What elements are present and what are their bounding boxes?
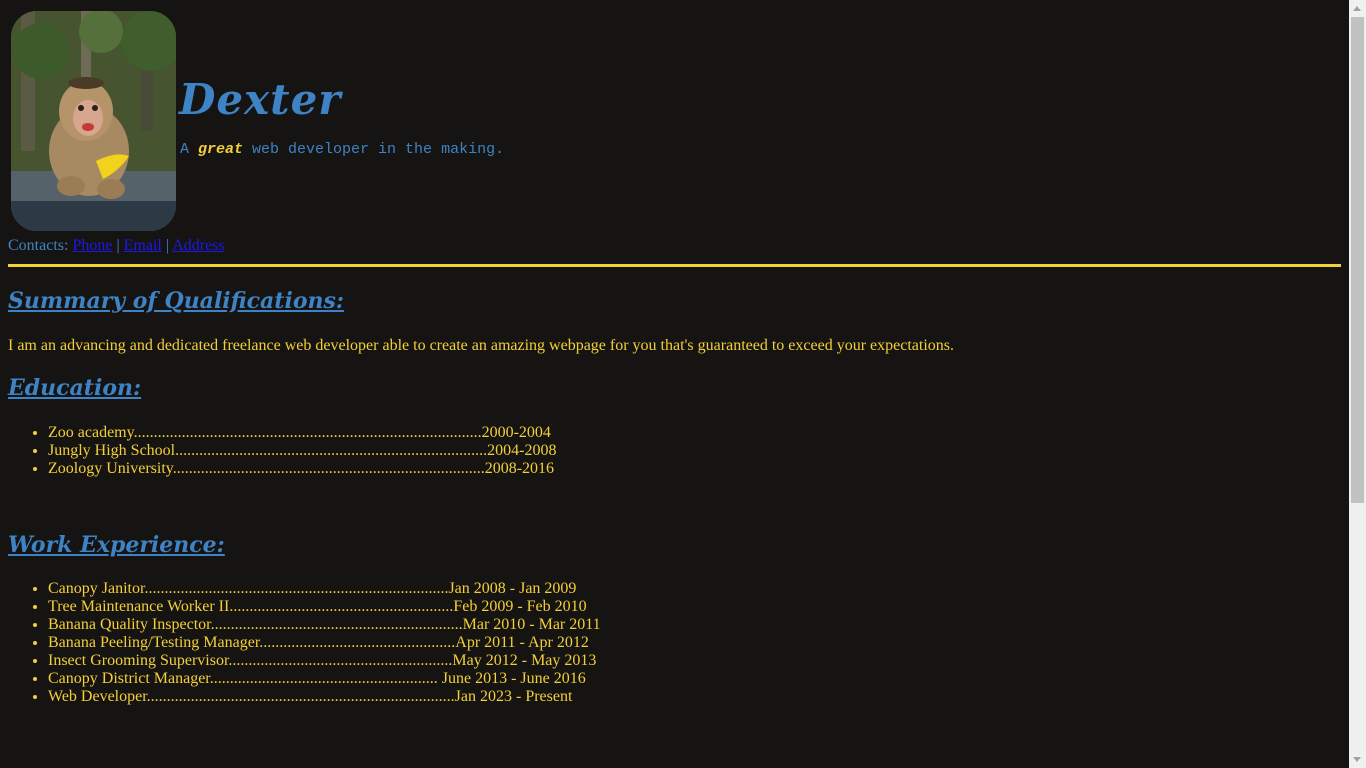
- work-item: Canopy Janitor..........................…: [48, 580, 601, 598]
- vertical-scrollbar[interactable]: [1349, 0, 1366, 768]
- tagline: A great web developer in the making.: [180, 141, 504, 158]
- education-list: Zoo academy.............................…: [8, 424, 556, 478]
- work-list: Canopy Janitor..........................…: [8, 580, 601, 706]
- contacts-bar: Contacts: Phone | Email | Address: [8, 237, 225, 255]
- work-item: Banana Quality Inspector................…: [48, 616, 601, 634]
- email-link[interactable]: Email: [124, 237, 162, 254]
- work-item: Insect Grooming Supervisor..............…: [48, 652, 601, 670]
- summary-text: I am an advancing and dedicated freelanc…: [8, 337, 954, 354]
- work-heading: Work Experience:: [8, 532, 225, 558]
- profile-header: Dexter A great web developer in the maki…: [11, 11, 711, 231]
- contacts-separator: |: [116, 237, 120, 254]
- education-item: Zoo academy.............................…: [48, 424, 556, 442]
- tagline-emphasis: great: [198, 141, 244, 158]
- divider: [8, 264, 1341, 267]
- work-item: Web Developer...........................…: [48, 688, 601, 706]
- work-item: Canopy District Manager.................…: [48, 670, 601, 688]
- contacts-label: Contacts:: [8, 237, 69, 254]
- education-item: Zoology University......................…: [48, 460, 556, 478]
- education-heading: Education:: [8, 375, 142, 401]
- education-item: Jungly High School......................…: [48, 442, 556, 460]
- phone-link[interactable]: Phone: [72, 237, 112, 254]
- work-item: Tree Maintenance Worker II..............…: [48, 598, 601, 616]
- summary-heading: Summary of Qualifications:: [8, 288, 344, 314]
- page-title: Dexter: [179, 75, 342, 124]
- work-item: Banana Peeling/Testing Manager..........…: [48, 634, 601, 652]
- tagline-prefix: A: [180, 141, 199, 158]
- profile-photo: [11, 11, 176, 231]
- scroll-thumb[interactable]: [1351, 17, 1364, 503]
- scroll-down-arrow-icon[interactable]: [1353, 757, 1361, 762]
- tagline-suffix: web developer in the making.: [243, 141, 505, 158]
- address-link[interactable]: Address: [172, 237, 224, 254]
- scroll-up-arrow-icon[interactable]: [1353, 6, 1361, 11]
- contacts-separator: |: [165, 237, 170, 254]
